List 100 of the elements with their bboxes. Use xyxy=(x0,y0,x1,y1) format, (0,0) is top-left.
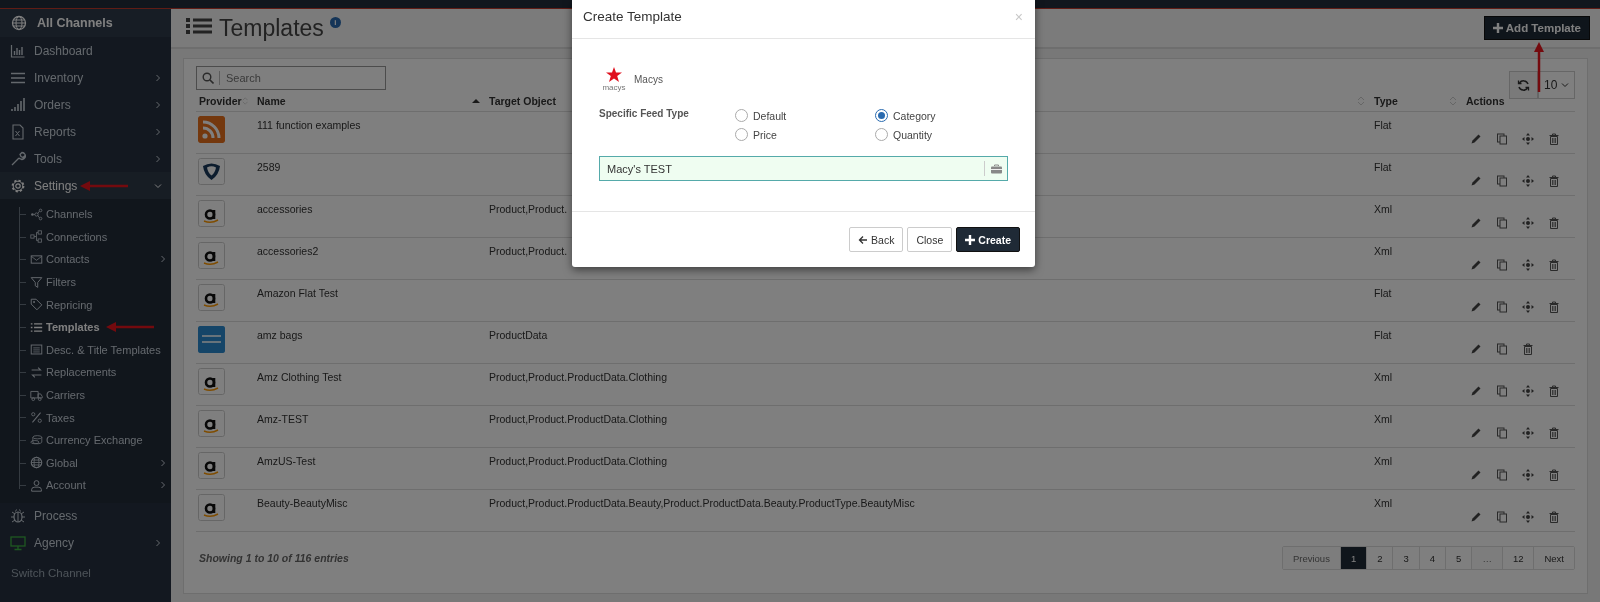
radio-option[interactable]: Price xyxy=(735,125,875,144)
sidebar-item[interactable]: Settings xyxy=(0,172,171,199)
submenu-item[interactable]: Templates xyxy=(0,315,171,339)
submenu-item[interactable]: Taxes xyxy=(0,406,171,429)
table-cell: Amazon Flat Test xyxy=(257,287,338,299)
refresh-button[interactable] xyxy=(1509,71,1538,99)
chevron-right-icon xyxy=(154,154,162,163)
submenu-item[interactable]: Connections xyxy=(0,225,171,249)
move-icon[interactable] xyxy=(1522,301,1534,313)
pencil-icon[interactable] xyxy=(1470,133,1482,145)
table-cell: accessories2 xyxy=(257,245,319,257)
move-icon[interactable] xyxy=(1522,385,1534,397)
pencil-icon[interactable] xyxy=(1470,217,1482,229)
table-cell: Flat xyxy=(1374,287,1392,299)
submenu-item[interactable]: Account xyxy=(0,474,171,497)
submenu-item[interactable]: Global xyxy=(0,451,171,475)
trash-icon[interactable] xyxy=(1548,301,1560,313)
submenu-item[interactable]: Currency Exchange xyxy=(0,428,171,452)
monitor-icon xyxy=(10,535,26,552)
column-header[interactable]: Actions xyxy=(1463,91,1575,112)
move-icon[interactable] xyxy=(1522,469,1534,481)
amazon-logo-icon xyxy=(198,200,225,227)
provider-name: Macys xyxy=(634,74,663,85)
create-button[interactable]: Create xyxy=(956,227,1020,252)
move-icon[interactable] xyxy=(1522,217,1534,229)
trash-icon[interactable] xyxy=(1548,385,1560,397)
sidebar-item[interactable]: Dashboard xyxy=(0,37,171,64)
radio-option[interactable]: Category xyxy=(875,106,1015,125)
copy-icon[interactable] xyxy=(1496,427,1508,439)
trash-icon[interactable] xyxy=(1548,259,1560,271)
template-name-field[interactable]: Macy's TEST xyxy=(599,156,1008,181)
page-length-select[interactable]: 10 xyxy=(1538,71,1575,99)
submenu-item[interactable]: Repricing xyxy=(0,293,171,316)
radio-option[interactable]: Default xyxy=(735,106,875,125)
trash-icon[interactable] xyxy=(1548,427,1560,439)
table-cell: Product,Product. xyxy=(489,245,568,257)
amazon-logo-icon xyxy=(198,242,225,269)
submenu-item[interactable]: Contacts xyxy=(0,248,171,271)
copy-icon[interactable] xyxy=(1496,301,1508,313)
trash-icon[interactable] xyxy=(1548,511,1560,523)
trash-icon[interactable] xyxy=(1548,133,1560,145)
column-header[interactable]: Name xyxy=(254,91,486,112)
shield-logo-icon xyxy=(198,158,225,185)
submenu-item[interactable]: Channels xyxy=(0,203,171,226)
sidebar-item[interactable]: Agency xyxy=(0,529,171,557)
file-icon xyxy=(10,123,26,140)
table-cell: Flat xyxy=(1374,119,1392,131)
copy-icon[interactable] xyxy=(1496,469,1508,481)
move-icon[interactable] xyxy=(1522,133,1534,145)
copy-icon[interactable] xyxy=(1496,385,1508,397)
pencil-icon[interactable] xyxy=(1470,343,1482,355)
trash-icon[interactable] xyxy=(1522,343,1534,355)
channel-switcher[interactable]: All Channels xyxy=(0,9,171,37)
back-button[interactable]: Back xyxy=(849,227,904,252)
pencil-icon[interactable] xyxy=(1470,427,1482,439)
pencil-icon[interactable] xyxy=(1470,385,1482,397)
pencil-icon[interactable] xyxy=(1470,175,1482,187)
sidebar-item[interactable]: Reports xyxy=(0,118,171,145)
radio-option[interactable]: Quantity xyxy=(875,125,1015,144)
search-input[interactable]: Search xyxy=(220,72,382,84)
sort-ascending-icon[interactable] xyxy=(472,96,480,106)
chevron-right-icon xyxy=(159,458,167,467)
pencil-icon[interactable] xyxy=(1470,511,1482,523)
column-header[interactable]: Type xyxy=(1371,91,1463,112)
copy-icon[interactable] xyxy=(1496,133,1508,145)
copy-icon[interactable] xyxy=(1496,343,1508,355)
sidebar-item[interactable]: Inventory xyxy=(0,64,171,91)
submenu-item[interactable]: Filters xyxy=(0,270,171,294)
copy-icon[interactable] xyxy=(1496,217,1508,229)
signal-icon xyxy=(10,96,26,113)
move-icon[interactable] xyxy=(1522,175,1534,187)
close-button[interactable]: Close xyxy=(907,227,953,252)
trash-icon[interactable] xyxy=(1548,469,1560,481)
copy-icon[interactable] xyxy=(1496,259,1508,271)
submenu-item[interactable]: Carriers xyxy=(0,383,171,407)
column-header[interactable]: Provider xyxy=(196,91,254,112)
pencil-icon[interactable] xyxy=(1470,259,1482,271)
info-badge[interactable]: i xyxy=(329,16,341,28)
template-name-input[interactable]: Macy's TEST xyxy=(600,162,984,175)
table-cell: Xml xyxy=(1374,413,1393,425)
switch-channel-link[interactable]: Switch Channel xyxy=(0,556,171,589)
trash-icon[interactable] xyxy=(1548,175,1560,187)
move-icon[interactable] xyxy=(1522,427,1534,439)
pencil-icon[interactable] xyxy=(1470,301,1482,313)
copy-icon[interactable] xyxy=(1496,511,1508,523)
list-icon xyxy=(30,320,43,334)
submenu-item[interactable]: Desc. & Title Templates xyxy=(0,338,171,362)
submenu-item[interactable]: Replacements xyxy=(0,361,171,384)
search-field[interactable]: Search xyxy=(196,66,386,90)
copy-icon[interactable] xyxy=(1496,175,1508,187)
gear-icon xyxy=(10,177,26,194)
sidebar-item[interactable]: Tools xyxy=(0,145,171,172)
pencil-icon[interactable] xyxy=(1470,469,1482,481)
trash-icon[interactable] xyxy=(1548,217,1560,229)
add-template-button[interactable]: Add Template xyxy=(1483,16,1590,40)
pagination-button[interactable]: 1 xyxy=(1340,547,1368,569)
move-icon[interactable] xyxy=(1522,511,1534,523)
move-icon[interactable] xyxy=(1522,259,1534,271)
sidebar-item[interactable]: Orders xyxy=(0,91,171,118)
table-cell: Product,Product.ProductData.Clothing xyxy=(489,455,667,467)
